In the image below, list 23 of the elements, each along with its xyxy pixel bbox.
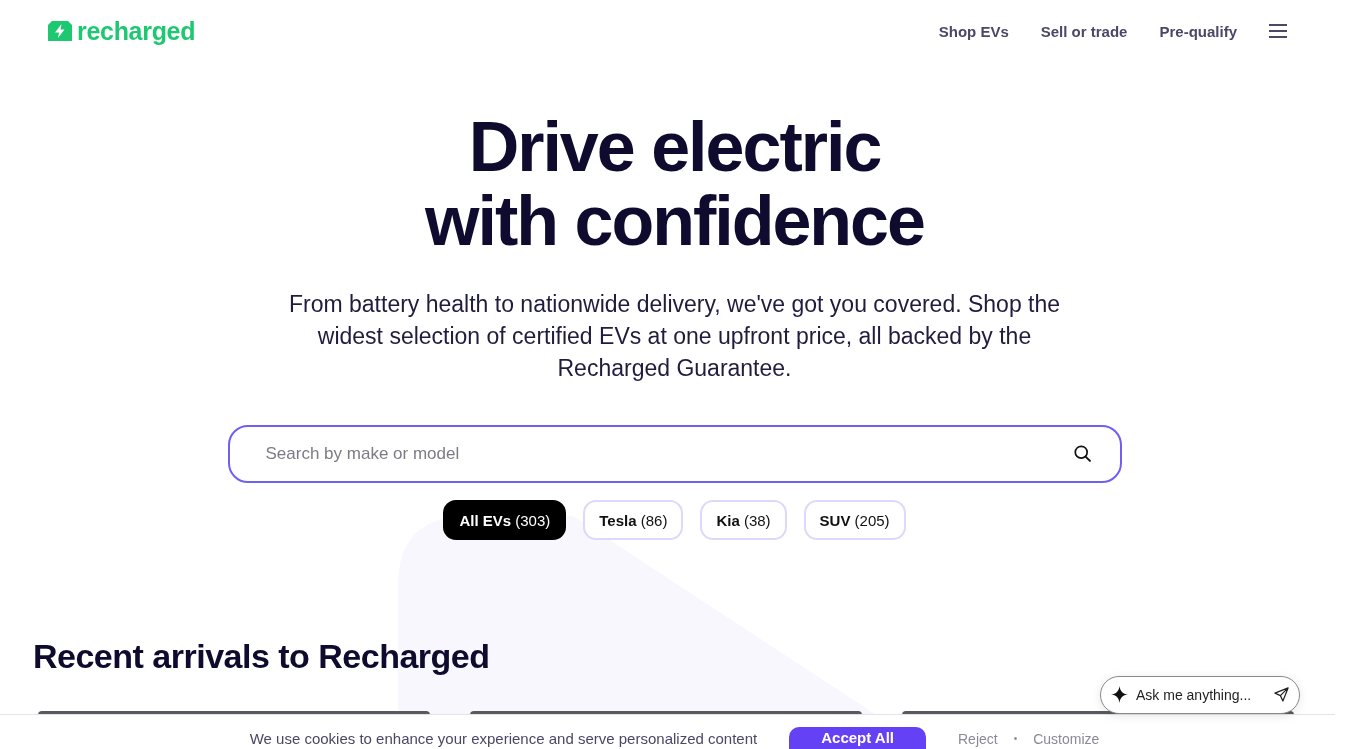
filter-chip[interactable]: SUV (205) <box>803 500 906 540</box>
filter-chip[interactable]: Tesla (86) <box>583 500 684 540</box>
search-field[interactable]: Search by make or model <box>227 425 1122 483</box>
send-button[interactable] <box>1274 687 1289 702</box>
chat-input-field[interactable]: Ask me anything... <box>1100 676 1300 714</box>
cookie-link-button[interactable]: Customize <box>1033 730 1100 748</box>
filter-chip[interactable]: Kia (38) <box>700 500 787 540</box>
cookie-message: We use cookies to enhance your experience and serve personalized content <box>249 730 758 748</box>
send-icon <box>1274 687 1289 702</box>
separator-dot: • <box>1013 732 1018 746</box>
section-heading: Recent arrivals to Recharged <box>33 636 490 677</box>
filter-chip[interactable]: All EVs (303) <box>443 500 567 540</box>
menu-icon <box>1269 24 1287 38</box>
nav-link[interactable]: Pre-qualify <box>1159 22 1237 40</box>
search-icon[interactable] <box>1073 445 1091 462</box>
nav-link[interactable]: Sell or trade <box>1040 22 1128 40</box>
sparkle-icon <box>1111 686 1128 703</box>
nav-link[interactable]: Shop EVs <box>938 22 1009 40</box>
accept-button[interactable]: Accept All <box>789 727 926 749</box>
hero-description: From battery health to nationwide delivery, we've got you covered. Shop the widest selection of certified EVs at one upfront price, all backed by the Recharged Guarantee. <box>287 290 1062 383</box>
hero-title: Drive electric with confidence <box>425 110 924 258</box>
house-bolt-icon <box>48 21 72 41</box>
menu-button[interactable] <box>1269 24 1287 38</box>
